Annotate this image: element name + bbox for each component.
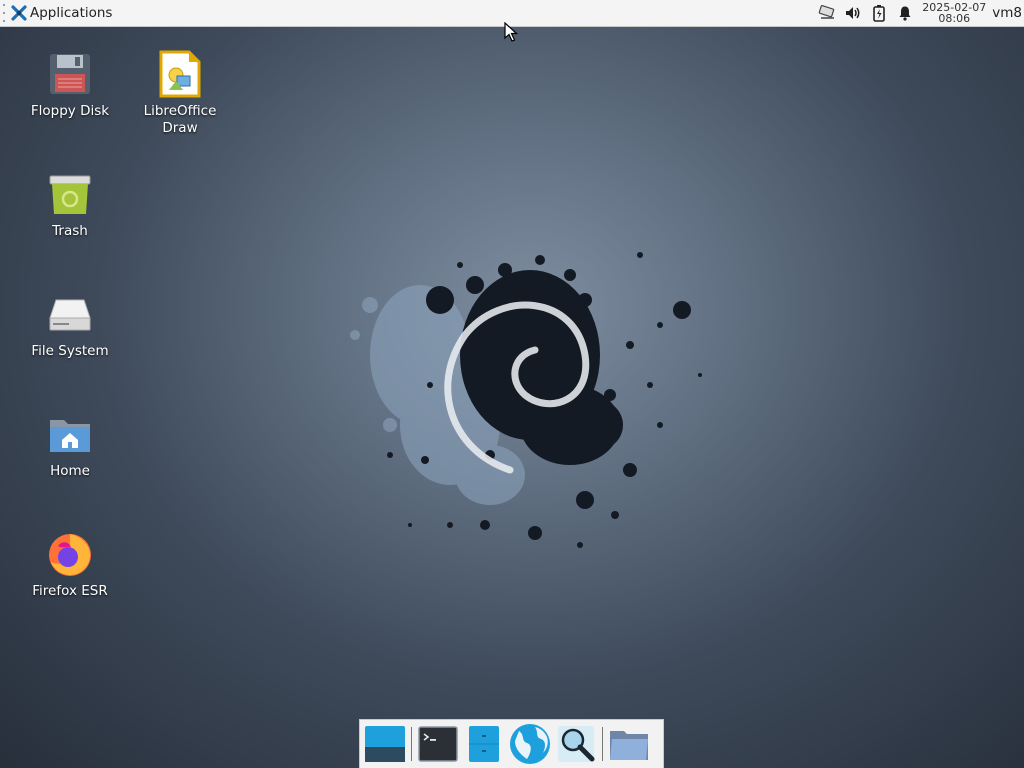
terminal-button[interactable]	[415, 721, 461, 767]
notification-bell-icon[interactable]	[892, 0, 918, 26]
desktop-icon-home[interactable]: Home	[20, 410, 120, 480]
applications-menu-button[interactable]: Applications	[7, 0, 116, 26]
dock-separator	[411, 727, 412, 761]
app-finder-icon	[558, 726, 595, 762]
trash-icon	[46, 170, 94, 218]
file-manager-button[interactable]	[461, 721, 507, 767]
web-browser-icon	[510, 724, 550, 764]
desktop-icon-label: Trash	[52, 223, 88, 239]
web-browser-button[interactable]	[507, 721, 553, 767]
desktop-icon-trash[interactable]: Trash	[20, 170, 120, 240]
volume-icon[interactable]	[840, 0, 866, 26]
mouse-pointer-icon	[504, 22, 518, 42]
show-desktop-icon	[365, 726, 405, 762]
floppy-disk-icon	[46, 50, 94, 98]
folder-icon	[610, 731, 648, 760]
debian-swirl-wallpaper-graphic	[350, 252, 702, 548]
firefox-icon	[46, 530, 94, 578]
app-finder-button[interactable]	[553, 721, 599, 767]
home-folder-icon	[46, 410, 94, 458]
desktop-icon-libreoffice-draw[interactable]: LibreOffice Draw	[130, 50, 230, 137]
folder-button[interactable]	[606, 721, 652, 767]
system-tray: 2025-02-07 08:06 vm8	[814, 0, 1024, 26]
user-menu[interactable]: vm8	[992, 5, 1022, 21]
battery-icon[interactable]	[866, 0, 892, 26]
clock-time: 08:06	[938, 12, 971, 25]
desktop-icon-label: File System	[31, 343, 109, 359]
hard-drive-icon	[46, 290, 94, 338]
applications-label: Applications	[30, 5, 113, 21]
network-icon[interactable]	[814, 0, 840, 26]
desktop-icon-label: Floppy Disk	[30, 103, 110, 119]
desktop-icon-firefox-esr[interactable]: Firefox ESR	[20, 530, 120, 600]
desktop-icon-file-system[interactable]: File System	[20, 290, 120, 360]
desktop-icon-label: LibreOffice Draw	[143, 103, 217, 136]
desktop-icon-label: Home	[50, 463, 90, 479]
desktop-icon-label: Firefox ESR	[32, 583, 108, 599]
bottom-dock	[359, 719, 664, 768]
desktop-icon-floppy-disk[interactable]: Floppy Disk	[20, 50, 120, 120]
terminal-icon	[418, 726, 458, 762]
panel-clock[interactable]: 2025-02-07 08:06	[920, 2, 988, 24]
dock-separator	[602, 727, 603, 761]
xfce-logo-icon	[11, 5, 27, 21]
show-desktop-button[interactable]	[362, 721, 408, 767]
libreoffice-draw-icon	[156, 50, 204, 98]
file-manager-icon	[469, 726, 499, 762]
